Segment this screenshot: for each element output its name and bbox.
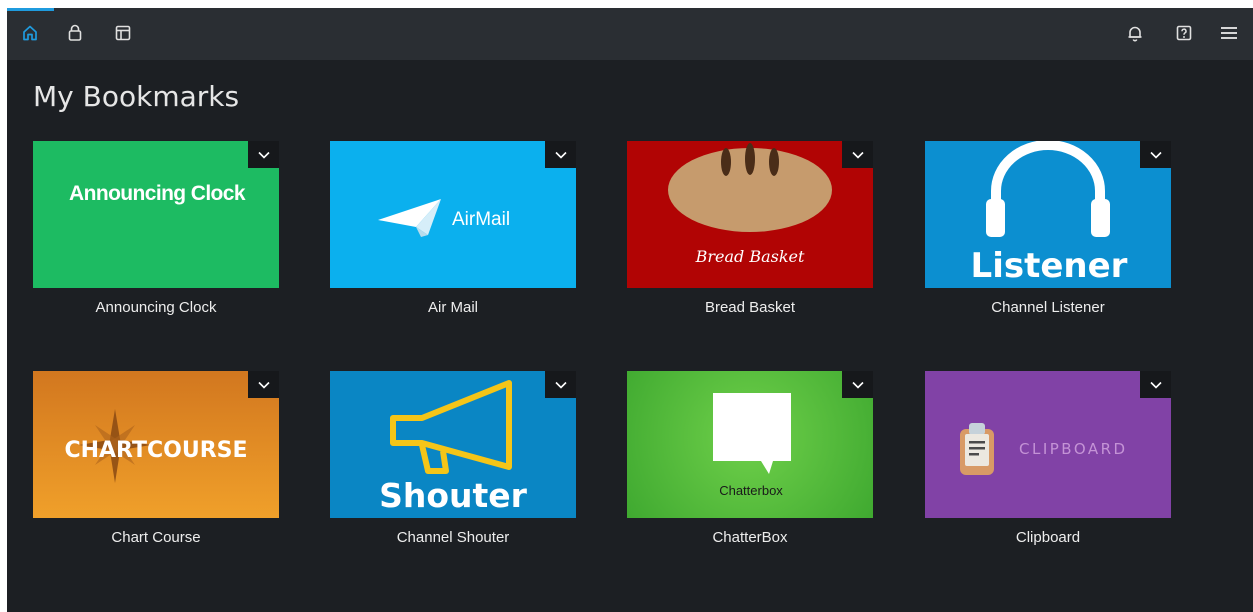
tile-thumbnail: Shouter (330, 371, 576, 518)
active-tab-indicator (7, 8, 54, 11)
chevron-down-icon (554, 151, 567, 159)
tile-options-button[interactable] (842, 371, 873, 398)
tile-art-text: Bread Basket (695, 247, 805, 266)
tile-options-button[interactable] (1140, 141, 1171, 168)
bookmarks-app: My Bookmarks Announcing Clock Announcing… (7, 8, 1253, 612)
chevron-down-icon (1149, 151, 1162, 159)
tile-thumbnail: CLIPBOARD (925, 371, 1171, 518)
tile-label: Clipboard (1015, 529, 1081, 546)
speech-bubble-icon (713, 393, 791, 474)
headphones-icon (986, 141, 1110, 237)
tile-art-text: CLIPBOARD (1019, 440, 1128, 458)
tile-art-text: Announcing Clock (69, 182, 246, 205)
home-icon[interactable] (17, 20, 43, 46)
tile-label: ChatterBox (712, 529, 788, 546)
megaphone-icon (390, 380, 512, 474)
paper-plane-icon (378, 199, 441, 237)
tile-thumbnail: Announcing Clock (33, 141, 279, 288)
tile-thumbnail: CHARTCOURSE (33, 371, 279, 518)
tile-label: Air Mail (427, 299, 478, 316)
tile-label: Bread Basket (704, 299, 796, 316)
tile-art-text: CHARTCOURSE (64, 438, 247, 463)
tile-label: Channel Shouter (396, 529, 510, 546)
chevron-down-icon (1149, 381, 1162, 389)
tile-options-button[interactable] (248, 371, 279, 398)
top-bar (7, 8, 1253, 60)
help-icon[interactable] (1171, 20, 1197, 46)
tile-label: Channel Listener (991, 299, 1105, 316)
tile-art-text: Listener (971, 246, 1128, 286)
bag-icon[interactable] (62, 20, 88, 46)
tile-art-text: Shouter (379, 476, 528, 515)
tile-art-text: Chatterbox (719, 483, 783, 498)
tile-options-button[interactable] (842, 141, 873, 168)
chevron-down-icon (554, 381, 567, 389)
tile-options-button[interactable] (545, 141, 576, 168)
menu-icon[interactable] (1216, 20, 1242, 46)
tile-options-button[interactable] (545, 371, 576, 398)
tile-label: Announcing Clock (95, 299, 217, 316)
tile-art-text: AirMail (452, 209, 510, 230)
layout-icon[interactable] (110, 20, 136, 46)
chevron-down-icon (257, 381, 270, 389)
tile-thumbnail: Bread Basket (627, 141, 873, 288)
tile-label: Chart Course (111, 529, 201, 546)
tile-options-button[interactable] (1140, 371, 1171, 398)
bread-loaf-icon (668, 143, 832, 232)
tile-options-button[interactable] (248, 141, 279, 168)
tile-thumbnail: AirMail (330, 141, 576, 288)
tile-thumbnail: Chatterbox (627, 371, 873, 518)
bell-icon[interactable] (1122, 20, 1148, 46)
tile-thumbnail: Listener (925, 141, 1171, 288)
chevron-down-icon (257, 151, 270, 159)
page-title: My Bookmarks (33, 80, 240, 113)
chevron-down-icon (851, 381, 864, 389)
chevron-down-icon (851, 151, 864, 159)
clipboard-icon (960, 423, 994, 475)
